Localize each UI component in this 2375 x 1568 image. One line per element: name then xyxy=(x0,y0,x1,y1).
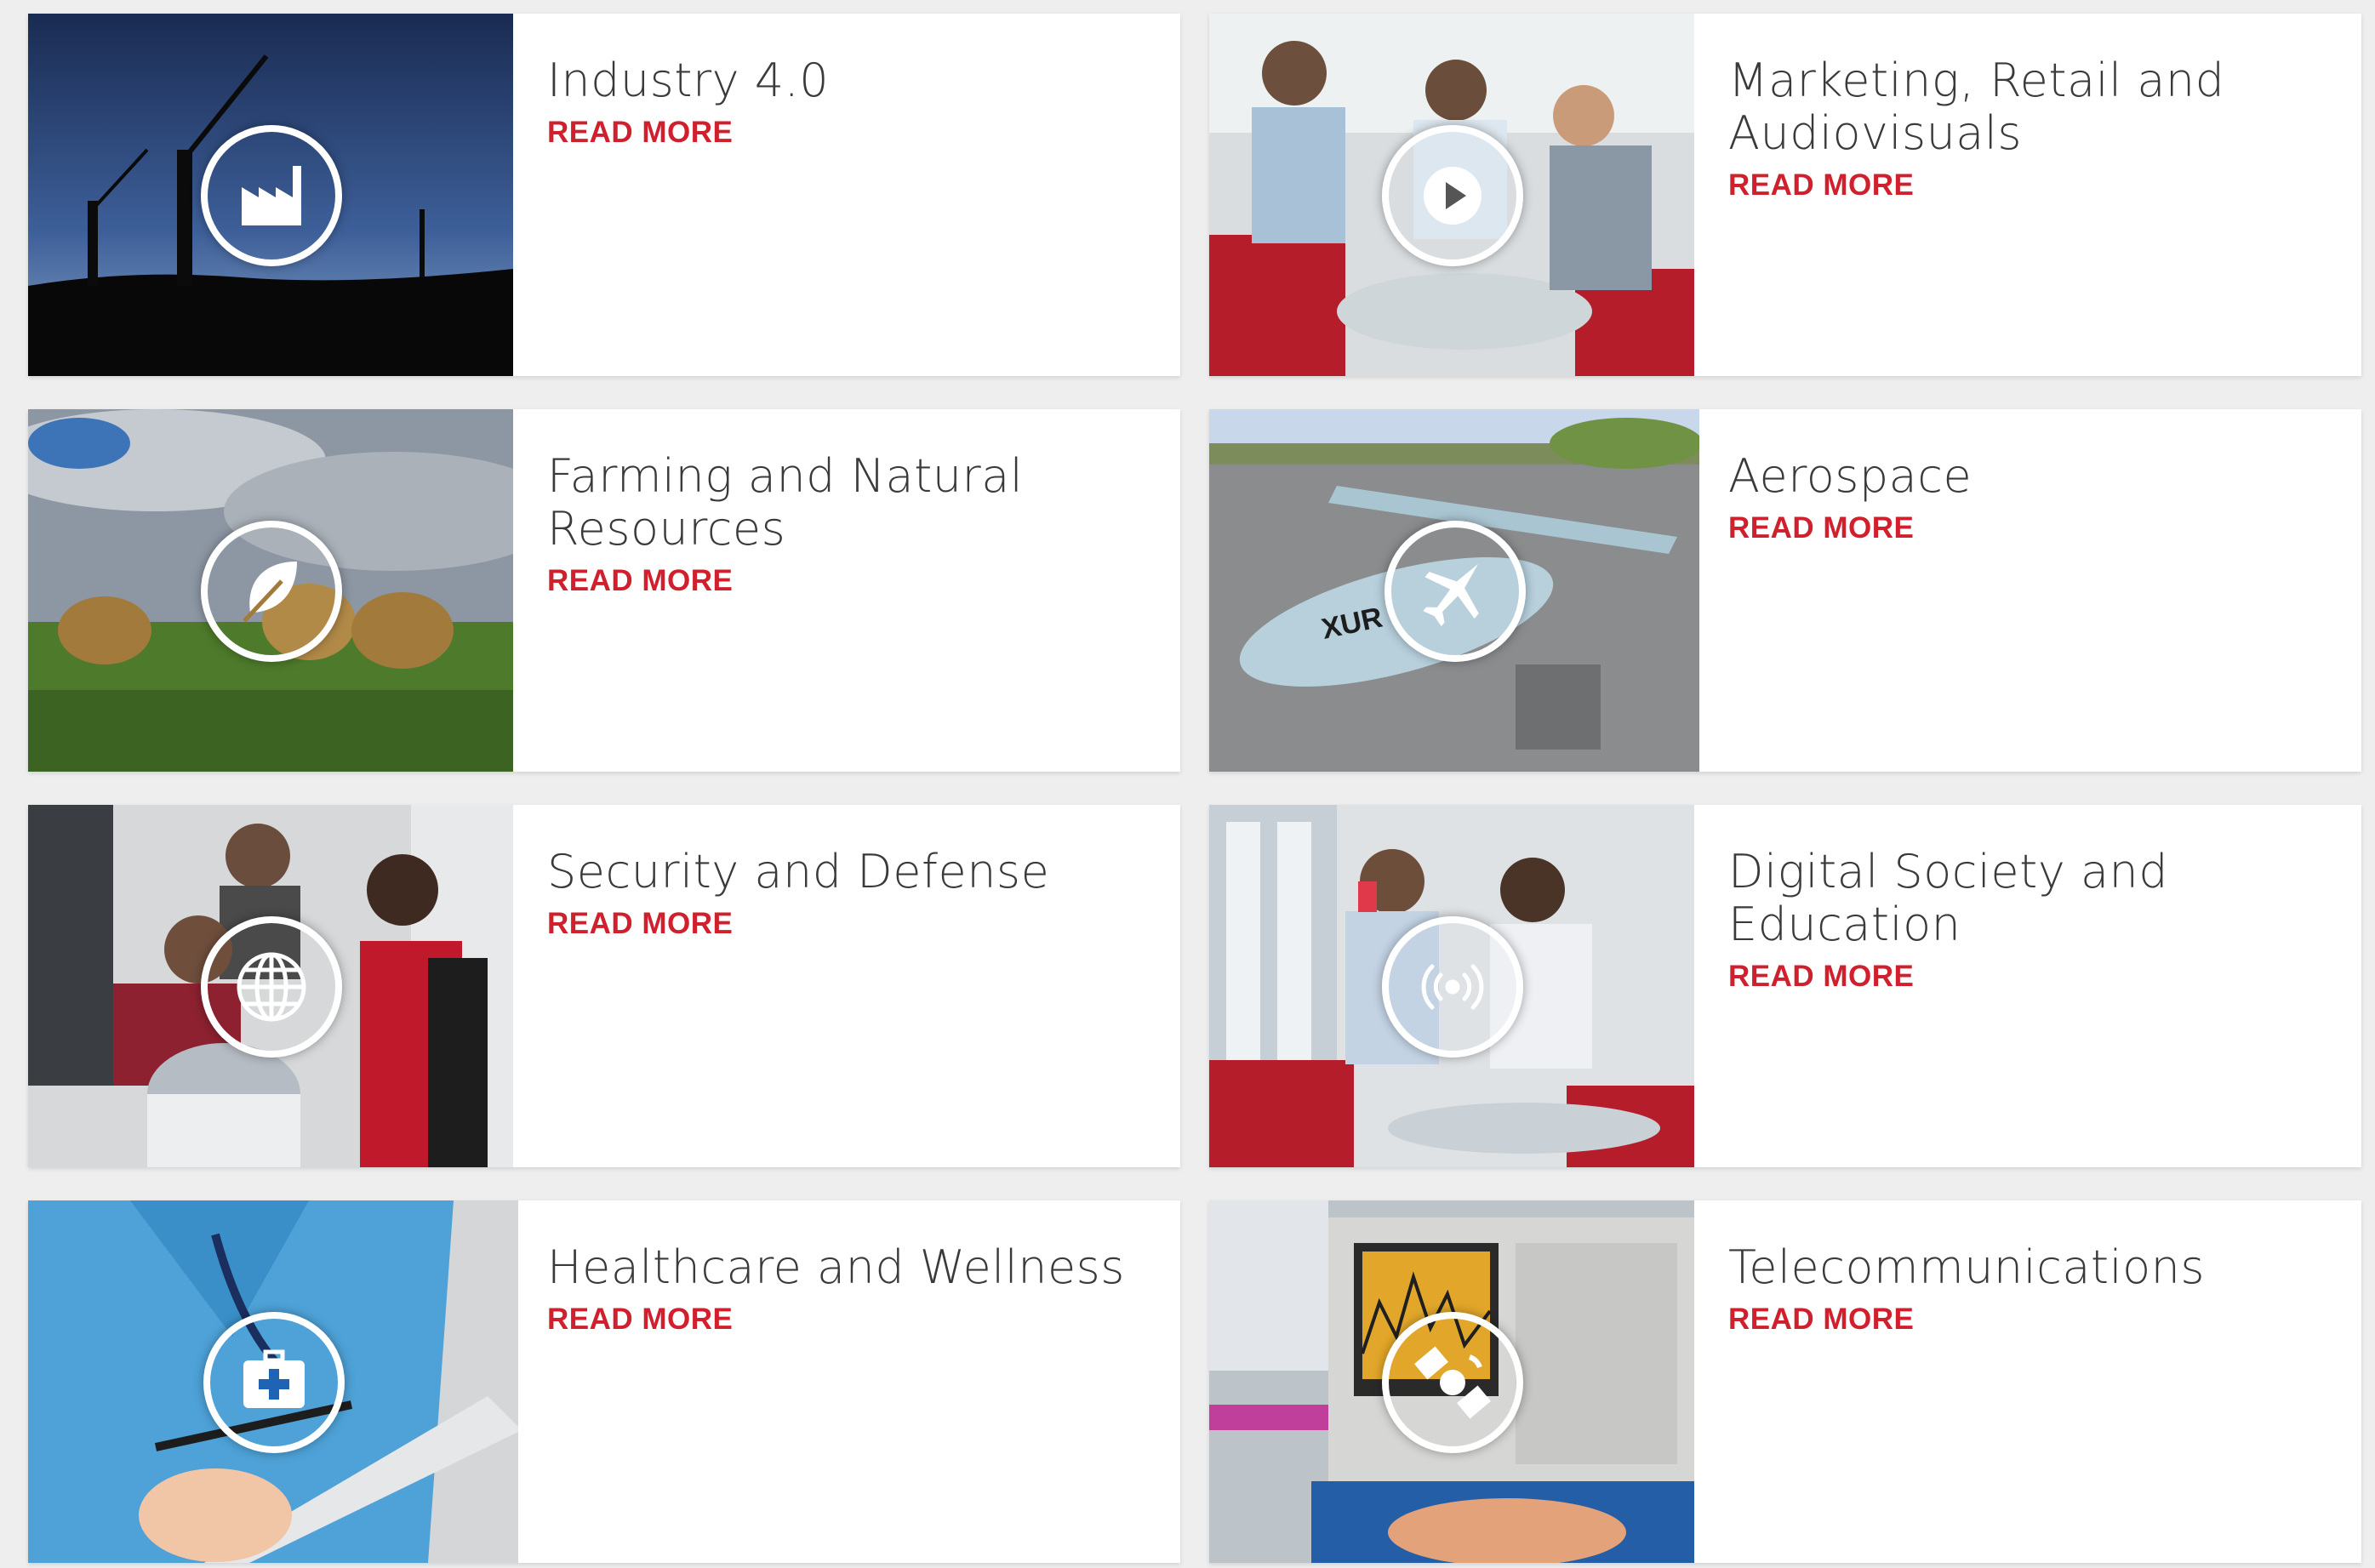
card-image-telecommunications[interactable] xyxy=(1209,1200,1694,1563)
card-image-aerospace[interactable]: XUR xyxy=(1209,409,1699,772)
read-more-link[interactable]: READ MORE xyxy=(1728,511,1914,545)
read-more-link[interactable]: READ MORE xyxy=(1728,168,1914,202)
sector-card-aerospace[interactable]: XUR Aerospace READ MORE xyxy=(1209,409,2361,772)
card-title: Security and Defense xyxy=(547,845,1050,898)
read-more-link[interactable]: READ MORE xyxy=(547,564,733,598)
card-title: Digital Society and Education xyxy=(1728,845,2169,951)
broadcast-icon xyxy=(1382,916,1523,1058)
card-title: Marketing, Retail and Audiovisuals xyxy=(1728,54,2225,160)
sector-card-telecommunications[interactable]: Telecommunications READ MORE xyxy=(1209,1200,2361,1563)
card-image-marketing[interactable] xyxy=(1209,14,1694,376)
card-title: Aerospace xyxy=(1728,449,1973,503)
sector-card-security[interactable]: Security and Defense READ MORE xyxy=(28,805,1180,1167)
read-more-link[interactable]: READ MORE xyxy=(1728,960,1914,994)
sector-card-marketing[interactable]: Marketing, Retail and Audiovisuals READ … xyxy=(1209,14,2361,376)
factory-icon xyxy=(201,125,342,266)
sector-card-industry[interactable]: Industry 4.0 READ MORE xyxy=(28,14,1180,376)
card-image-farming[interactable] xyxy=(28,409,513,772)
card-image-digital-society[interactable] xyxy=(1209,805,1694,1167)
card-image-security[interactable] xyxy=(28,805,513,1167)
read-more-link[interactable]: READ MORE xyxy=(547,116,733,150)
sector-card-farming[interactable]: Farming and Natural Resources READ MORE xyxy=(28,409,1180,772)
card-title: Telecommunications xyxy=(1728,1240,2205,1294)
card-title: Farming and Natural Resources xyxy=(547,449,1024,556)
read-more-link[interactable]: READ MORE xyxy=(547,907,733,941)
card-image-healthcare[interactable] xyxy=(28,1200,518,1563)
sector-card-digital-society[interactable]: Digital Society and Education READ MORE xyxy=(1209,805,2361,1167)
airplane-icon xyxy=(1384,521,1526,662)
card-title: Healthcare and Wellness xyxy=(547,1240,1125,1294)
satellite-icon xyxy=(1382,1312,1523,1453)
read-more-link[interactable]: READ MORE xyxy=(547,1303,733,1337)
globe-icon xyxy=(201,916,342,1058)
sector-card-healthcare[interactable]: Healthcare and Wellness READ MORE xyxy=(28,1200,1180,1563)
leaf-icon xyxy=(201,521,342,662)
card-image-industry[interactable] xyxy=(28,14,513,376)
read-more-link[interactable]: READ MORE xyxy=(1728,1303,1914,1337)
play-icon xyxy=(1382,125,1523,266)
card-title: Industry 4.0 xyxy=(547,54,830,107)
medical-kit-icon xyxy=(203,1312,345,1453)
sectors-grid: Industry 4.0 READ MORE Marketing, Retail… xyxy=(0,0,2375,1568)
